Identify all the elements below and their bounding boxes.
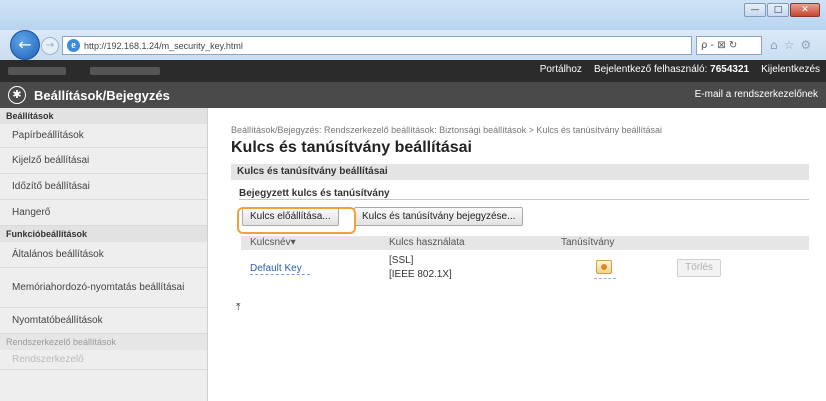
highlight-callout <box>237 207 356 234</box>
sidebar-section-admin: Rendszerkezelő beállítások <box>0 334 207 350</box>
portal-link[interactable]: Portálhoz <box>540 64 582 75</box>
key-usage-8021x: [IEEE 802.1X] <box>389 269 452 280</box>
email-admin-link[interactable]: E-mail a rendszerkezelőnek <box>695 89 818 100</box>
column-key-name[interactable]: Kulcsnév▾ <box>250 237 296 248</box>
main-content: Beállítások/Bejegyzés: Rendszerkezelő be… <box>208 108 826 401</box>
address-bar[interactable]: e http://192.168.1.24/m_security_key.htm… <box>62 36 692 55</box>
register-key-certificate-button[interactable]: Kulcs és tanúsítvány bejegyzése... <box>354 207 524 226</box>
window-controls: — □ ✕ <box>744 3 820 17</box>
sidebar-item-admin[interactable]: Rendszerkezelő <box>0 350 207 370</box>
search-refresh-controls[interactable]: ρ - ⊠ ↻ <box>696 36 762 55</box>
sidebar-item-media-print[interactable]: Memóriahordozó-nyomtatás beállításai <box>0 268 207 308</box>
back-to-top-icon[interactable]: ⤒ <box>236 302 240 313</box>
sidebar-item-paper[interactable]: Papírbeállítások <box>0 124 207 148</box>
user-id: 7654321 <box>710 64 750 75</box>
minimize-button[interactable]: — <box>744 3 766 17</box>
back-button[interactable]: ← <box>10 30 40 60</box>
page-title: Kulcs és tanúsítvány beállításai <box>231 139 472 156</box>
sidebar-item-printer[interactable]: Nyomtatóbeállítások <box>0 308 207 334</box>
sidebar-section-functions: Funkcióbeállítások <box>0 226 207 242</box>
subsection-title: Bejegyzett kulcs és tanúsítvány <box>239 188 390 199</box>
close-button[interactable]: ✕ <box>790 3 820 17</box>
section-header: Kulcs és tanúsítvány beállításai <box>231 164 809 180</box>
sidebar-item-general[interactable]: Általános beállítások <box>0 242 207 268</box>
browser-icon: e <box>67 39 80 52</box>
link-underline <box>250 274 310 275</box>
delete-button[interactable]: Törlés <box>677 259 721 277</box>
sidebar-item-display[interactable]: Kijelző beállításai <box>0 148 207 174</box>
address-url: http://192.168.1.24/m_security_key.html <box>84 40 243 51</box>
table-header: Kulcsnév▾ Kulcs használata Tanúsítvány <box>241 236 809 250</box>
maximize-button[interactable]: □ <box>767 3 789 17</box>
settings-icon[interactable]: ⚙ <box>800 38 811 52</box>
page-header: ✱ Beállítások/Bejegyzés E-mail a rendsze… <box>0 82 826 108</box>
key-usage-ssl: [SSL] <box>389 255 414 266</box>
divider <box>239 199 809 200</box>
home-icon[interactable]: ⌂ <box>770 38 778 52</box>
top-links: Portálhoz Bejelentkező felhasználó: 7654… <box>540 64 820 75</box>
favorites-icon[interactable]: ☆ <box>784 38 795 52</box>
certificate-underline <box>594 278 616 279</box>
column-certificate: Tanúsítvány <box>561 237 615 248</box>
sidebar: Beállítások Papírbeállítások Kijelző beá… <box>0 108 208 401</box>
table-row: Default Key <box>250 263 302 274</box>
logout-link[interactable]: Kijelentkezés <box>761 64 820 75</box>
blurred-text <box>90 67 160 75</box>
sidebar-item-timer[interactable]: Időzítő beállításai <box>0 174 207 200</box>
browser-tool-icons: ⌂ ☆ ⚙ <box>770 38 811 52</box>
browser-titlebar: — □ ✕ <box>0 0 826 30</box>
breadcrumb: Beállítások/Bejegyzés: Rendszerkezelő be… <box>231 125 662 135</box>
logged-in-user-label: Bejelentkező felhasználó: 7654321 <box>593 64 750 75</box>
certificate-icon[interactable] <box>596 260 612 274</box>
header-title: Beállítások/Bejegyzés <box>34 88 170 103</box>
top-strip: Portálhoz Bejelentkező felhasználó: 7654… <box>0 60 826 82</box>
forward-button[interactable]: → <box>41 37 59 55</box>
key-name-link[interactable]: Default Key <box>250 263 302 274</box>
browser-navbar: ← → e http://192.168.1.24/m_security_key… <box>0 30 826 60</box>
settings-gear-icon: ✱ <box>8 86 26 104</box>
column-key-usage: Kulcs használata <box>389 237 465 248</box>
blurred-text <box>8 67 66 75</box>
sidebar-section-settings: Beállítások <box>0 108 207 124</box>
sidebar-item-volume[interactable]: Hangerő <box>0 200 207 226</box>
